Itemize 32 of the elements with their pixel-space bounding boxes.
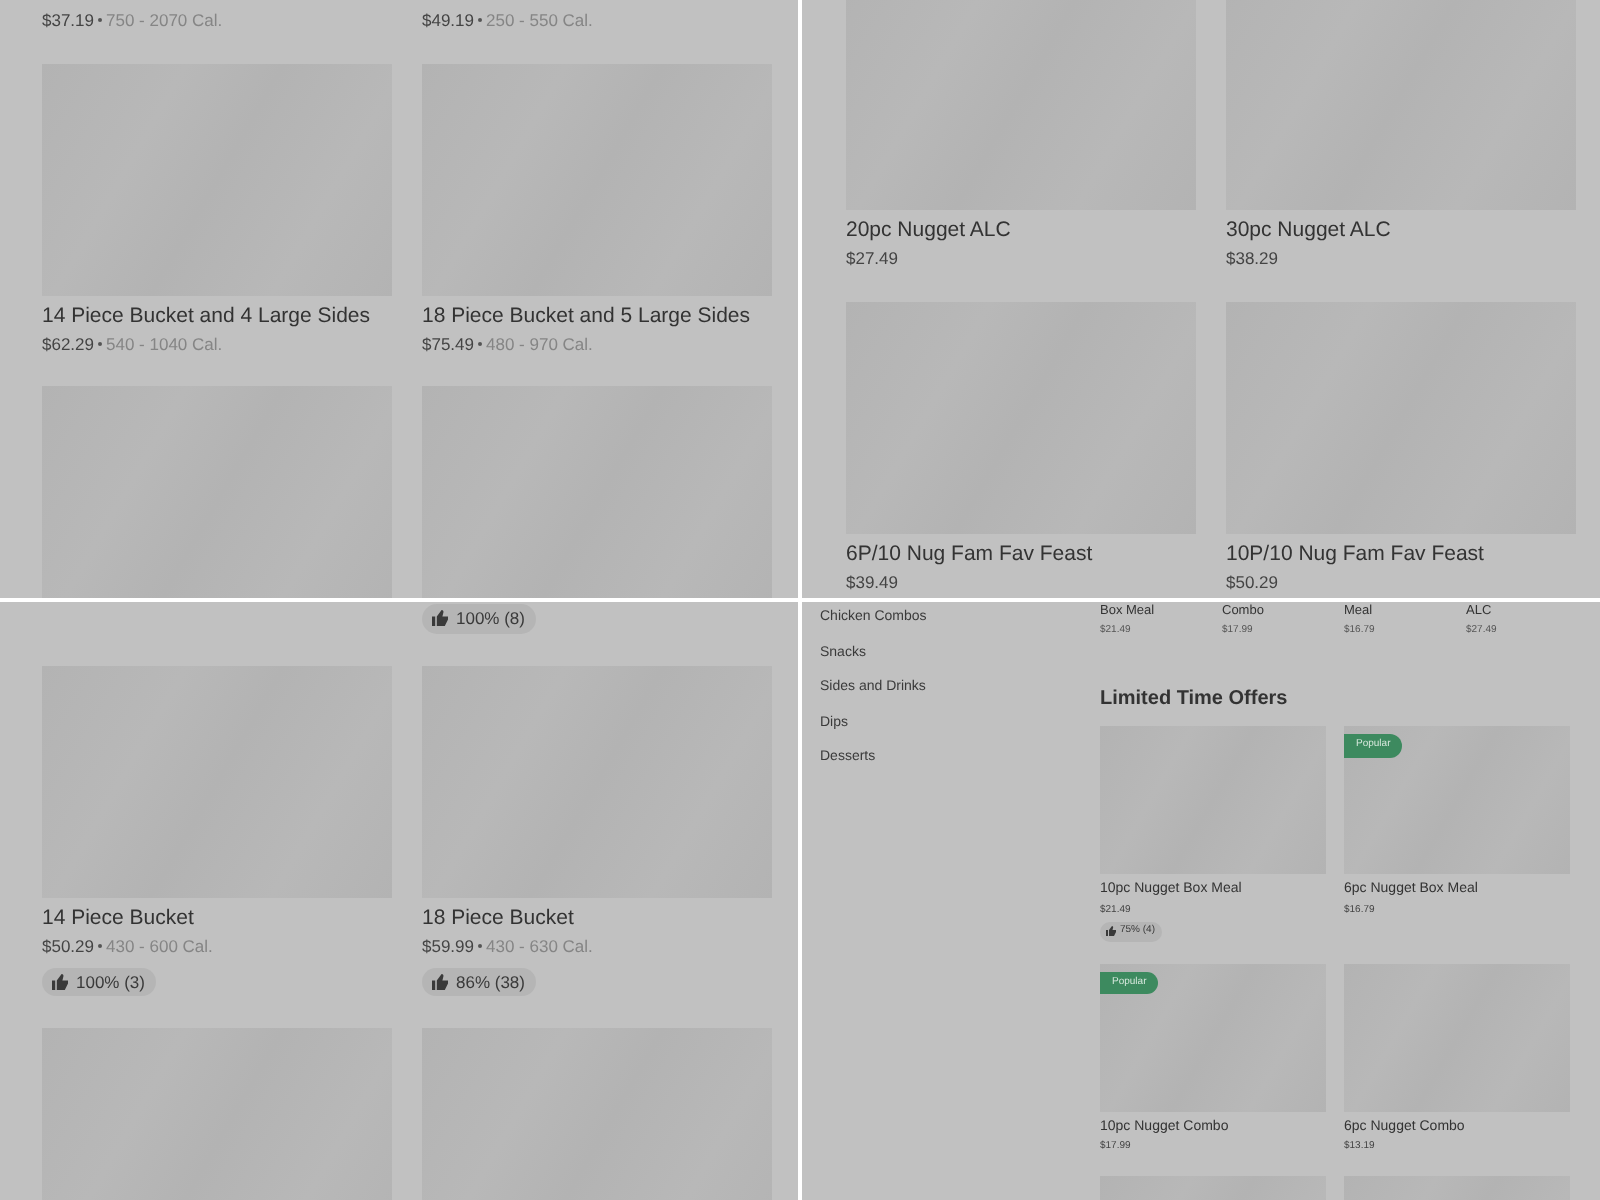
item-price: $37.19: [42, 10, 94, 32]
thumbs-up-icon: [1106, 926, 1116, 937]
item-price: $50.29: [42, 935, 94, 957]
item-title: 6P/10 Nug Fam Fav Feast: [846, 541, 1095, 568]
section-heading: Limited Time Offers: [1100, 687, 1290, 713]
item-price: $39.49: [846, 571, 898, 593]
item-price: $49.19: [422, 10, 474, 32]
item-title: 18 Piece Bucket and 5 Large Sides: [422, 303, 753, 330]
item-price: $59.99: [422, 935, 474, 957]
item-title: 20pc Nugget ALC: [846, 218, 1013, 245]
item-calories: 250 - 550 Cal.: [486, 10, 593, 32]
rating-badge: 100% (8): [422, 604, 535, 634]
thumbs-up-icon: [52, 973, 68, 990]
item-calories: 430 - 630 Cal.: [486, 935, 593, 957]
item-price: $38.29: [1226, 248, 1278, 270]
item-title: 30pc Nugget ALC: [1226, 218, 1393, 245]
item-calories: 430 - 600 Cal.: [106, 935, 213, 957]
item-price: $27.49: [846, 248, 898, 270]
thumbs-up-icon: [432, 610, 448, 627]
item-title: 14 Piece Bucket and 4 Large Sides: [42, 303, 373, 330]
rating-badge: 86% (38): [422, 967, 535, 997]
item-title: 14 Piece Bucket: [42, 905, 196, 932]
item-price: $50.29: [1226, 571, 1278, 593]
thumbs-up-icon: [432, 973, 448, 990]
item-title: 10P/10 Nug Fam Fav Feast: [1226, 541, 1486, 568]
item-price: $62.29: [42, 333, 94, 355]
item-price: $75.49: [422, 333, 474, 355]
item-calories: 480 - 970 Cal.: [486, 333, 593, 355]
item-calories: 540 - 1040 Cal.: [106, 333, 223, 355]
item-title: 18 Piece Bucket: [422, 905, 576, 932]
item-calories: 750 - 2070 Cal.: [106, 10, 223, 32]
rating-badge: 100% (3): [42, 967, 155, 997]
